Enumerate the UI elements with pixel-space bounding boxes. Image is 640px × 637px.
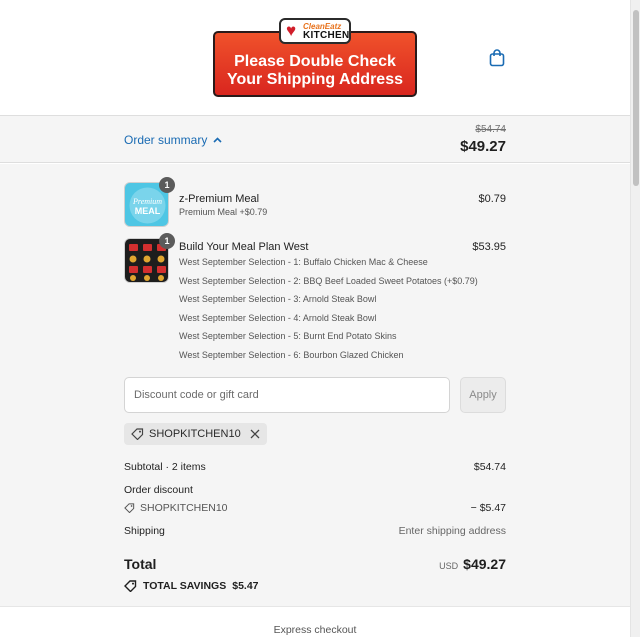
selection-line: West September Selection - 4: Arnold Ste… bbox=[179, 313, 377, 323]
selection-line: West September Selection - 6: Bourbon Gl… bbox=[179, 350, 404, 360]
discount-code-row: SHOPKITCHEN10 − $5.47 bbox=[124, 502, 506, 516]
chevron-up-icon bbox=[213, 137, 222, 143]
subtotal-label: Subtotal · 2 items bbox=[124, 461, 206, 473]
discount-value: − $5.47 bbox=[470, 502, 506, 514]
currency-code: USD bbox=[439, 561, 459, 571]
heart-icon: ♥ bbox=[286, 21, 297, 40]
selection-line: West September Selection - 2: BBQ Beef L… bbox=[179, 276, 478, 286]
item-price: $0.79 bbox=[478, 193, 506, 205]
express-checkout-section: Express checkout bbox=[0, 606, 630, 637]
product-thumbnail: 1 bbox=[124, 233, 175, 283]
order-summary-bar: Order summary $54.74 $49.27 bbox=[0, 116, 630, 163]
discount-code-name: SHOPKITCHEN10 bbox=[140, 502, 228, 514]
subtotal-row: Subtotal · 2 items $54.74 bbox=[124, 461, 506, 473]
svg-text:MEAL: MEAL bbox=[135, 206, 161, 216]
item-price: $53.95 bbox=[472, 241, 506, 253]
shipping-label: Shipping bbox=[124, 525, 165, 537]
order-summary-toggle[interactable]: Order summary bbox=[124, 133, 222, 147]
banner-line-2: Your Shipping Address bbox=[226, 71, 403, 88]
apply-discount-button[interactable]: Apply bbox=[460, 377, 506, 413]
shopping-bag-icon[interactable] bbox=[489, 49, 505, 67]
line-item: Premium MEAL 1 z-Premium Meal Premium Me… bbox=[124, 177, 506, 228]
shipping-row: Shipping Enter shipping address bbox=[124, 525, 506, 537]
order-summary-label: Order summary bbox=[124, 133, 208, 147]
scrollbar-thumb[interactable] bbox=[633, 10, 639, 186]
product-thumbnail: Premium MEAL 1 bbox=[124, 177, 175, 227]
tag-icon bbox=[124, 503, 135, 513]
total-savings-row: TOTAL SAVINGS $5.47 bbox=[124, 580, 506, 592]
shipping-value: Enter shipping address bbox=[398, 525, 506, 537]
summary-total: $49.27 bbox=[460, 138, 506, 155]
remove-code-icon[interactable] bbox=[250, 429, 260, 439]
line-item: 1 Build Your Meal Plan West $53.95 West … bbox=[124, 233, 506, 363]
tag-icon bbox=[124, 580, 137, 592]
svg-text:Premium: Premium bbox=[132, 197, 162, 206]
original-total: $54.74 bbox=[475, 124, 506, 135]
order-discount-label: Order discount bbox=[124, 484, 193, 496]
express-checkout-label: Express checkout bbox=[273, 624, 357, 636]
tag-icon bbox=[131, 428, 144, 440]
selection-line: West September Selection - 3: Arnold Ste… bbox=[179, 294, 377, 304]
order-summary-panel: Premium MEAL 1 z-Premium Meal Premium Me… bbox=[0, 164, 630, 606]
applied-discount-chip: SHOPKITCHEN10 bbox=[124, 423, 267, 445]
item-title: z-Premium Meal bbox=[179, 193, 260, 205]
order-discount-row: Order discount bbox=[124, 484, 506, 496]
applied-code-label: SHOPKITCHEN10 bbox=[149, 428, 241, 440]
total-value: $49.27 bbox=[463, 556, 506, 572]
item-variant: Premium Meal +$0.79 bbox=[179, 207, 268, 217]
discount-code-input[interactable]: Discount code or gift card bbox=[124, 377, 450, 413]
page-scrollbar[interactable] bbox=[630, 0, 640, 637]
subtotal-value: $54.74 bbox=[473, 461, 506, 473]
checkout-header: ♥ CleanEatz KITCHEN Please Double Check … bbox=[0, 0, 630, 116]
savings-value: $5.47 bbox=[232, 580, 259, 592]
store-logo[interactable]: ♥ CleanEatz KITCHEN bbox=[279, 18, 351, 44]
savings-label: TOTAL SAVINGS bbox=[143, 580, 227, 592]
total-row: Total USD $49.27 bbox=[124, 556, 506, 576]
selection-line: West September Selection - 1: Buffalo Ch… bbox=[179, 257, 428, 267]
banner-line-1: Please Double Check bbox=[234, 53, 396, 70]
logo-word-2: KITCHEN bbox=[303, 30, 350, 41]
quantity-badge: 1 bbox=[159, 233, 175, 249]
item-title: Build Your Meal Plan West bbox=[179, 241, 309, 253]
total-label: Total bbox=[124, 556, 157, 572]
quantity-badge: 1 bbox=[159, 177, 175, 193]
selection-line: West September Selection - 5: Burnt End … bbox=[179, 331, 397, 341]
